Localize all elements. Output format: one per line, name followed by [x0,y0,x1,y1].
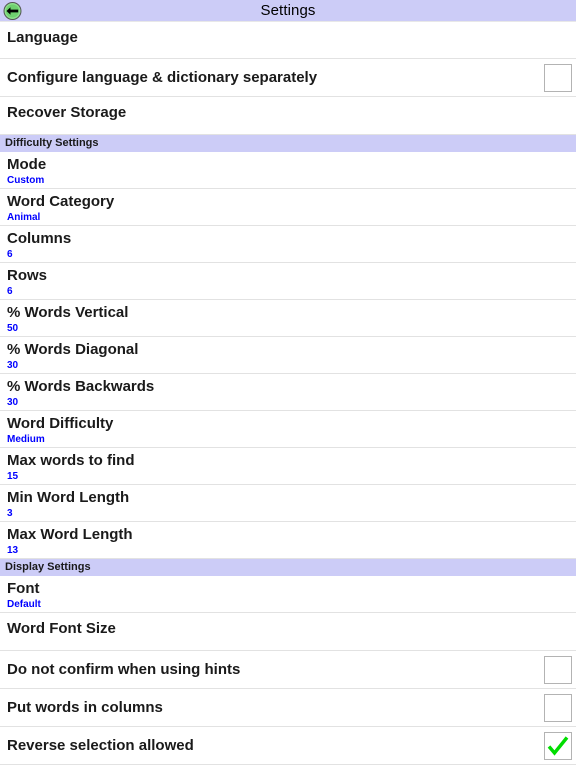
settings-row-title: Mode [7,156,47,173]
settings-row-title: Do not confirm when using hints [7,660,241,678]
settings-row-title: Max Word Length [7,526,133,543]
settings-row-mode[interactable]: Mode Custom [0,152,576,189]
settings-row-title: Word Difficulty [7,415,114,432]
settings-row-title: Max words to find [7,452,135,469]
settings-row-put-words-in-columns[interactable]: Put words in columns [0,689,576,727]
checkbox-checked[interactable] [544,731,572,760]
settings-screen: Settings Language Configure language & di… [0,0,576,768]
settings-row-recover-storage[interactable]: Recover Storage [0,97,576,135]
title-bar: Settings [0,0,576,21]
settings-row-title: Font [7,580,40,597]
settings-row-title: % Words Backwards [7,378,155,395]
settings-row-title: Word Font Size [7,620,116,637]
settings-row-title: Reverse selection allowed [7,736,194,754]
settings-row-value: 13 [7,545,19,556]
settings-row-language[interactable]: Language [0,21,576,59]
section-header: Display Settings [0,559,576,576]
settings-row-value: 30 [7,397,19,408]
settings-row-title: Put words in columns [7,698,163,716]
checkbox-unchecked[interactable] [544,693,572,722]
settings-row-title: Min Word Length [7,489,130,506]
settings-row-value: 30 [7,360,19,371]
settings-row-word-category[interactable]: Word Category Animal [0,189,576,226]
checkbox-unchecked[interactable] [544,63,572,92]
back-arrow-icon[interactable] [3,2,22,20]
settings-row-value: 50 [7,323,19,334]
settings-row-pct-words-backwards[interactable]: % Words Backwards 30 [0,374,576,411]
section-header-label: Display Settings [5,561,91,573]
settings-row-title: Rows [7,267,48,284]
settings-row-max-words-to-find[interactable]: Max words to find 15 [0,448,576,485]
settings-row-columns[interactable]: Columns 6 [0,226,576,263]
settings-row-title: Recover Storage [7,104,127,121]
settings-row-min-word-length[interactable]: Min Word Length 3 [0,485,576,522]
section-header: Difficulty Settings [0,135,576,152]
settings-row-title: % Words Vertical [7,304,129,321]
page-title: Settings [260,2,316,19]
settings-row-value: Custom [7,175,45,186]
settings-row-value: Medium [7,434,45,445]
settings-row-title: Columns [7,230,72,247]
settings-row-title: Language [7,29,78,46]
settings-row-max-word-length[interactable]: Max Word Length 13 [0,522,576,559]
settings-row-font[interactable]: Font Default [0,576,576,613]
settings-row-value: 6 [7,249,13,260]
settings-row-rows[interactable]: Rows 6 [0,263,576,300]
settings-row-title: % Words Diagonal [7,341,139,358]
settings-row-value: Animal [7,212,41,223]
settings-row-configure-separately[interactable]: Configure language & dictionary separate… [0,59,576,97]
settings-row-pct-words-diagonal[interactable]: % Words Diagonal 30 [0,337,576,374]
settings-row-reverse-selection[interactable]: Reverse selection allowed [0,727,576,765]
settings-row-word-difficulty[interactable]: Word Difficulty Medium [0,411,576,448]
settings-row-value: 6 [7,286,13,297]
settings-row-value: 15 [7,471,19,482]
settings-row-pct-words-vertical[interactable]: % Words Vertical 50 [0,300,576,337]
settings-row-title: Word Category [7,193,115,210]
settings-row-value: Default [7,599,41,610]
checkbox-unchecked[interactable] [544,655,572,684]
settings-row-value: 3 [7,508,13,519]
settings-row-word-font-size[interactable]: Word Font Size [0,613,576,651]
section-header-label: Difficulty Settings [5,137,99,149]
settings-row-no-confirm-hints[interactable]: Do not confirm when using hints [0,651,576,689]
settings-row-title: Configure language & dictionary separate… [7,68,318,86]
settings-list: Language Configure language & dictionary … [0,21,576,765]
